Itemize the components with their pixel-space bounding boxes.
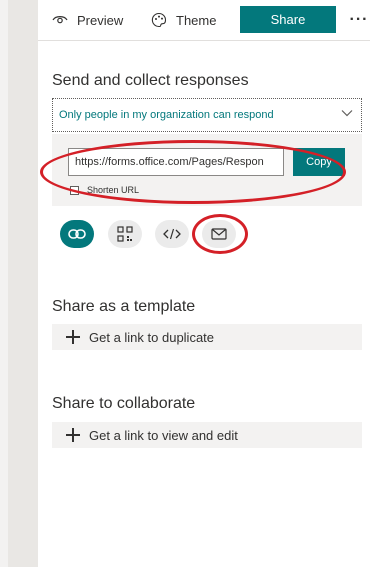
collaborate-section-title: Share to collaborate [52,395,196,412]
more-options-button[interactable]: ··· [348,0,370,40]
eye-icon [52,16,68,24]
top-toolbar: Preview Theme Share ··· [38,0,370,41]
theme-button[interactable]: Theme [151,0,216,40]
preview-label: Preview [77,12,124,28]
shorten-url-checkbox[interactable] [70,185,79,195]
edit-link-label: Get a link to view and edit [89,427,238,443]
audience-selected-value: Only people in my organization can respo… [59,109,274,121]
share-label: Share [270,12,306,27]
link-area: https://forms.office.com/Pages/Respon Co… [52,134,362,206]
theme-label: Theme [176,12,217,28]
left-gutter-inner [8,0,38,567]
palette-icon [151,12,167,27]
share-link-option[interactable] [60,220,94,248]
get-duplicate-link-button[interactable]: Get a link to duplicate [52,324,362,350]
qr-code-icon [117,226,133,242]
send-section-title: Send and collect responses [52,72,249,89]
left-gutter [0,0,38,567]
preview-button[interactable]: Preview [52,0,123,40]
share-link-field[interactable]: https://forms.office.com/Pages/Respon [68,148,284,176]
share-qr-option[interactable] [108,220,142,248]
chevron-down-icon [341,110,353,117]
share-email-option[interactable] [202,220,236,248]
copy-label: Copy [306,156,332,168]
embed-code-icon [163,228,181,240]
get-edit-link-button[interactable]: Get a link to view and edit [52,422,362,448]
copy-button[interactable]: Copy [293,148,345,176]
shorten-url-label: Shorten URL [87,185,140,195]
share-embed-option[interactable] [155,220,189,248]
share-panel: Preview Theme Share ··· Send and collect… [38,0,370,567]
link-icon [68,229,86,239]
plus-icon [66,330,80,344]
mail-icon [211,228,227,240]
shorten-url-option[interactable]: Shorten URL [70,185,139,195]
plus-icon [66,428,80,442]
duplicate-link-label: Get a link to duplicate [89,329,215,345]
share-button[interactable]: Share [240,6,336,33]
template-section-title: Share as a template [52,298,196,315]
audience-dropdown[interactable]: Only people in my organization can respo… [52,98,362,132]
